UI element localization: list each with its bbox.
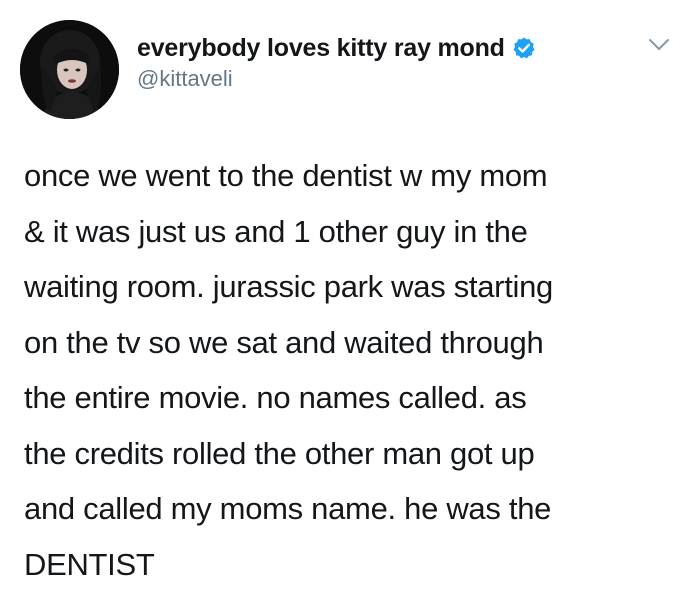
tweet-text-line: on the tv so we sat and waited through [24, 324, 544, 360]
tweet-text-line: and called my moms name. he was the [24, 491, 552, 526]
tweet-header: everybody loves kitty ray mond @kittavel… [137, 32, 536, 92]
name-row: everybody loves kitty ray mond [137, 32, 536, 64]
tweet-text-line: DENTIST [24, 546, 155, 582]
tweet-text-line: & it was just us and 1 other guy in the [24, 213, 528, 249]
tweet-text-line: the entire movie. no names called. as [24, 380, 527, 415]
tweet-text-line: waiting room. jurassic park was starting [24, 269, 553, 304]
tweet-card: everybody loves kitty ray mond @kittavel… [0, 0, 700, 605]
tweet-text: once we went to the dentist w my mom & i… [24, 148, 684, 592]
avatar[interactable] [20, 20, 119, 119]
user-handle[interactable]: @kittaveli [137, 66, 536, 92]
display-name[interactable]: everybody loves kitty ray mond [137, 34, 505, 63]
tweet-text-line: the credits rolled the other man got up [24, 435, 535, 471]
verified-badge-icon [512, 36, 536, 60]
tweet-text-line: once we went to the dentist w my mom [24, 158, 548, 193]
chevron-down-icon[interactable] [648, 38, 670, 52]
